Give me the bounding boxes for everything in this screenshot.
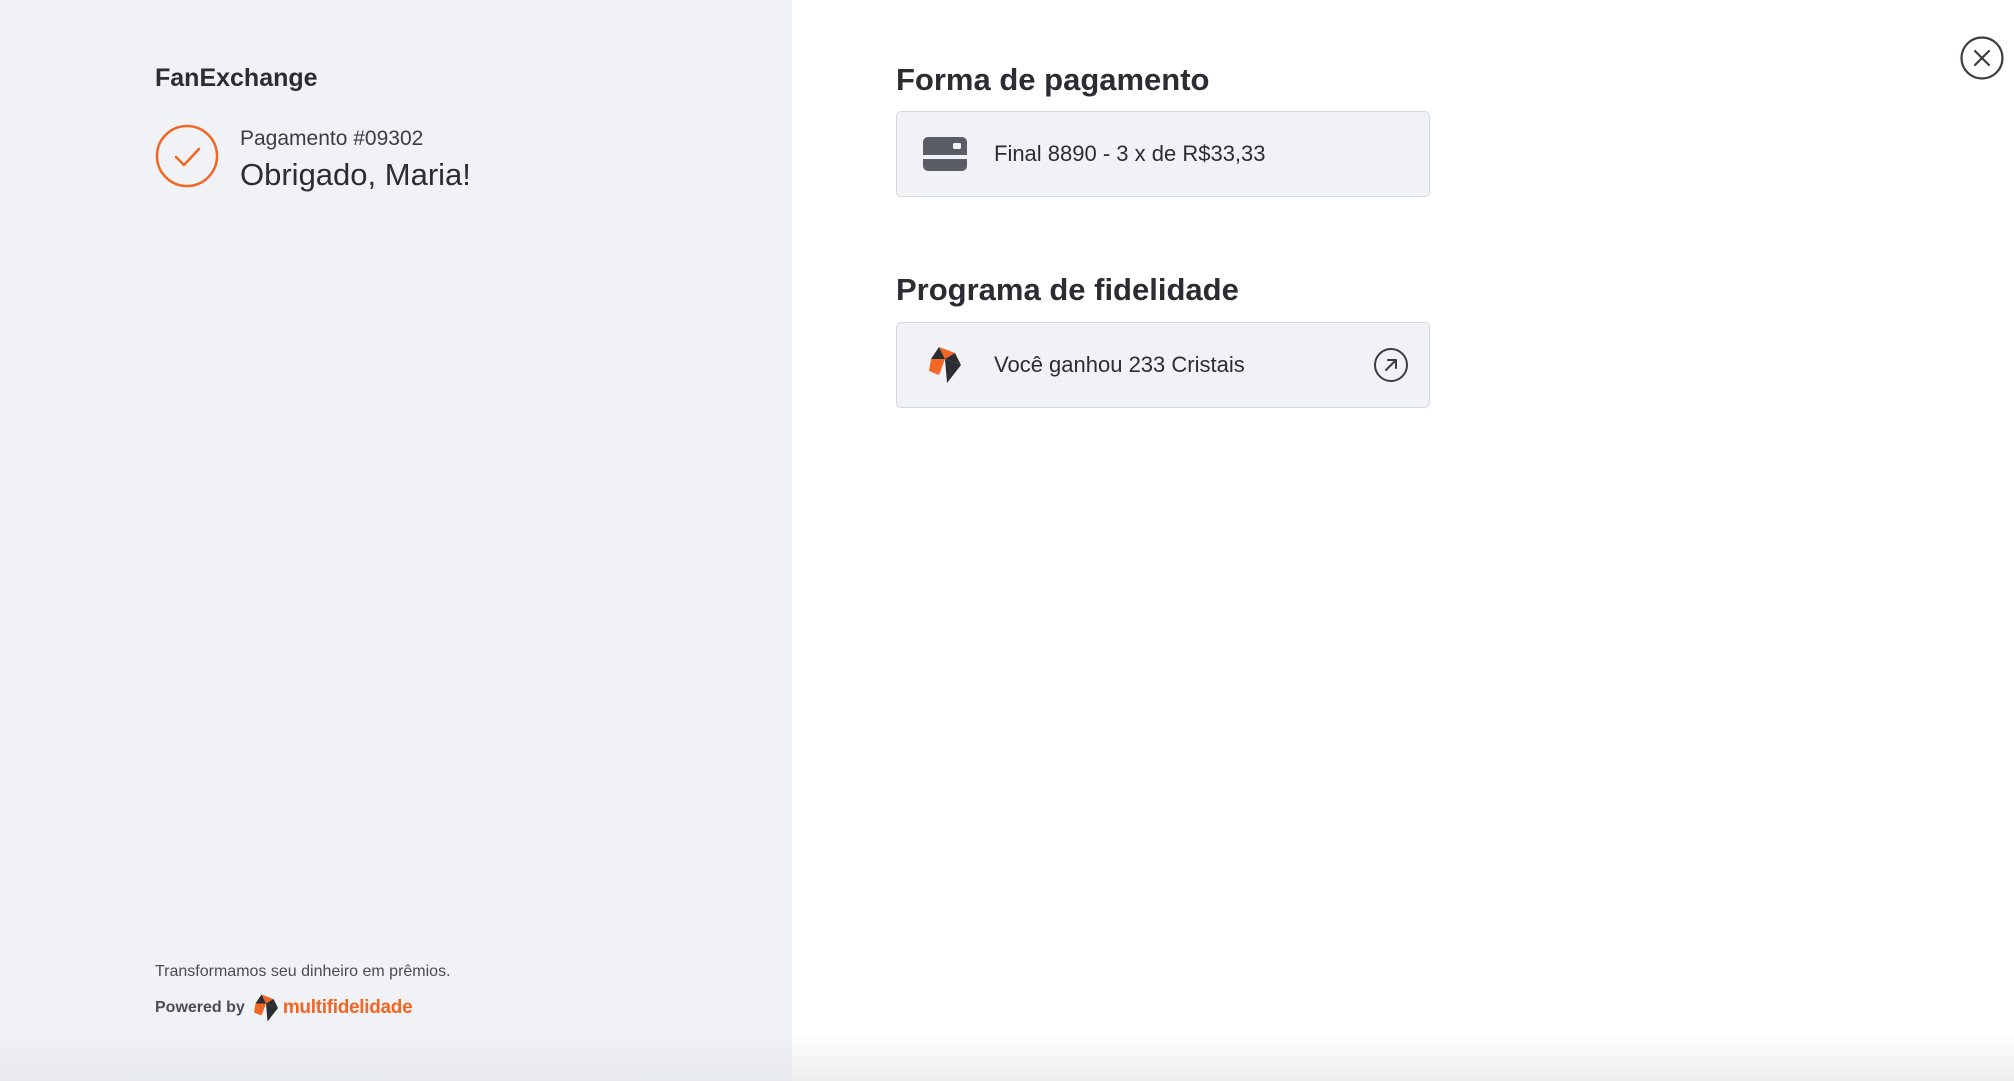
loyalty-program-card[interactable]: Você ganhou 233 Cristais [896,322,1430,408]
summary-panel: FanExchange Pagamento #09302 Obrigado, M… [0,0,792,1081]
payment-method-text: Final 8890 - 3 x de R$33,33 [994,141,1266,166]
loyalty-program-title: Programa de fidelidade [896,272,1239,307]
multifidelidade-logo: multifidelidade [251,993,413,1023]
close-icon[interactable] [1960,36,2004,80]
payment-id: Pagamento #09302 [240,127,424,150]
brand-name: FanExchange [155,64,318,92]
logo-text: multifidelidade [282,997,413,1018]
arrow-up-right-icon[interactable] [1373,347,1409,383]
check-circle-icon [155,124,219,188]
credit-card-icon [923,132,967,176]
powered-by: Powered by multifidelidade [155,993,413,1023]
payment-method-card: Final 8890 - 3 x de R$33,33 [896,111,1430,197]
crystal-logo-icon [253,994,278,1022]
loyalty-reward-text: Você ganhou 233 Cristais [994,352,1245,377]
thank-you-message: Obrigado, Maria! [240,157,471,192]
footer-tagline: Transformamos seu dinheiro em prêmios. [155,963,451,980]
crystal-logo-icon [923,343,967,387]
powered-by-label: Powered by [155,999,245,1016]
payment-method-title: Forma de pagamento [896,62,1210,97]
